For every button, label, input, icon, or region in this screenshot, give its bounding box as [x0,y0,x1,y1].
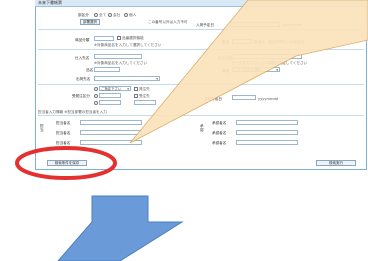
highlight-ellipse [15,146,117,180]
down-arrow-icon [57,195,184,261]
annotation-overlay [15,0,368,261]
callout-shape [129,0,368,144]
